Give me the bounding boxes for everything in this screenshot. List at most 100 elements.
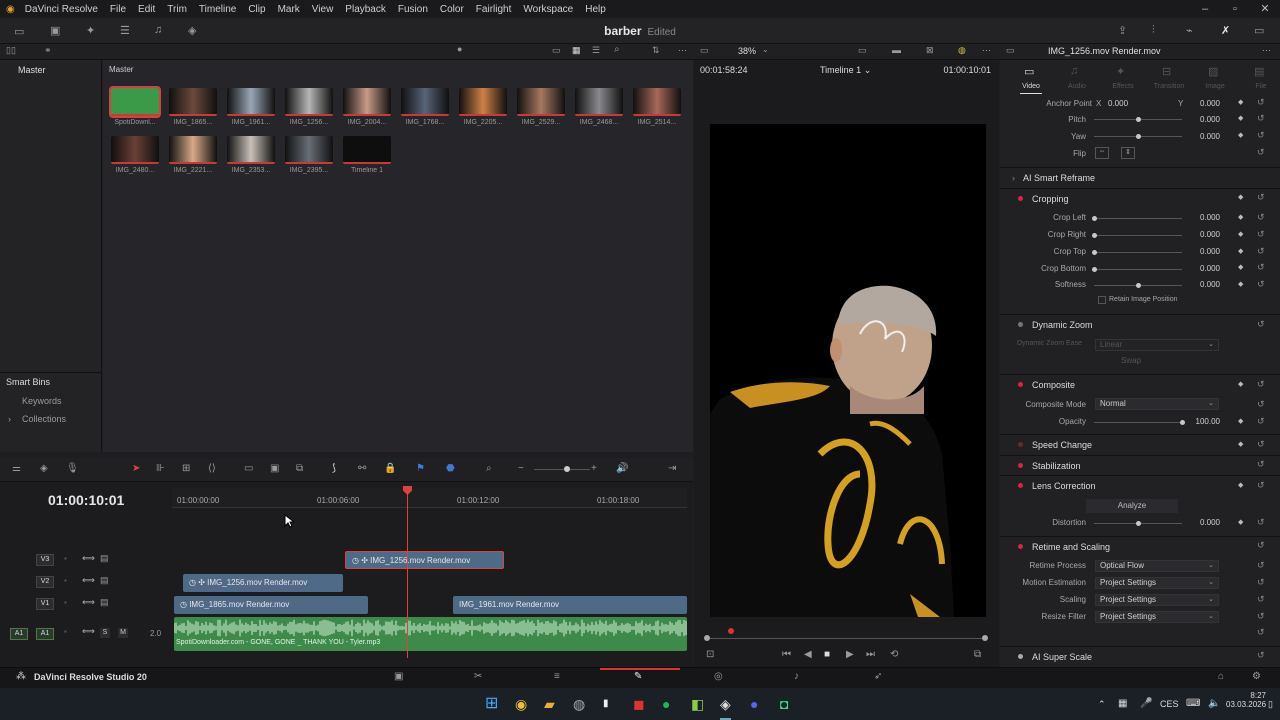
pitch-value[interactable]: 0.000 — [1190, 115, 1220, 124]
selection-tool-icon[interactable]: ➤ — [132, 463, 140, 474]
slider-knob[interactable] — [1136, 283, 1141, 288]
thumb-size-slider-icon[interactable]: ● — [457, 44, 462, 54]
go-to-start-icon[interactable]: ⏮ — [782, 649, 791, 660]
playhead[interactable] — [407, 488, 408, 658]
clip-thumbnail[interactable] — [633, 88, 681, 116]
viewer-zoom[interactable]: 38% — [738, 46, 756, 56]
viewer-mode-icon[interactable]: ▭ — [858, 45, 867, 56]
keyframe-diamond-icon[interactable]: ◆ — [1238, 440, 1243, 448]
transition-tab-icon[interactable]: ⊟ — [1162, 65, 1171, 78]
enable-dot-icon[interactable] — [1018, 196, 1023, 201]
clip-thumbnail[interactable] — [227, 136, 275, 164]
audio-tab-icon[interactable]: ♫ — [1070, 65, 1078, 77]
ai-super-scale-section[interactable]: AI Super Scale — [1000, 646, 1280, 666]
menu-fusion[interactable]: Fusion — [392, 4, 434, 15]
clip-thumbnail[interactable] — [343, 136, 391, 164]
dynamic-zoom-section[interactable]: Dynamic Zoom — [1000, 314, 1280, 334]
effects-icon[interactable]: ✦ — [86, 24, 95, 37]
yaw-value[interactable]: 0.000 — [1190, 132, 1220, 141]
zoom-in-icon[interactable]: + — [591, 463, 597, 474]
reset-icon[interactable]: ↺ — [1257, 379, 1265, 390]
reset-icon[interactable]: ↺ — [1257, 416, 1265, 427]
media-icon[interactable]: ▣ — [50, 24, 60, 37]
resize-filter-dropdown[interactable]: Project Settings ⌄ — [1095, 611, 1219, 623]
reset-icon[interactable]: ↺ — [1257, 147, 1265, 158]
viewer-layout-icon[interactable]: ▭ — [700, 45, 709, 56]
lock-icon[interactable]: ▪ — [64, 627, 67, 636]
timeline-clip-v1[interactable]: IMG_1961.mov Render.mov — [453, 596, 687, 614]
color-page-icon[interactable]: ◎ — [714, 671, 723, 682]
go-to-end-icon[interactable]: ⏭ — [866, 649, 875, 660]
app-red-icon[interactable]: ◼ — [633, 688, 645, 720]
menu-workspace[interactable]: Workspace — [517, 4, 579, 15]
flag-icon[interactable]: ⚑ — [416, 463, 425, 474]
keyframe-diamond-icon[interactable]: ◆ — [1238, 230, 1243, 238]
reset-icon[interactable]: ↺ — [1257, 113, 1265, 124]
reset-icon[interactable]: ↺ — [1257, 130, 1265, 141]
notification-icon[interactable]: ▯ — [1268, 688, 1273, 720]
panel-toggle-icon[interactable]: ▯▯ — [6, 45, 16, 56]
stop-icon[interactable]: ■ — [824, 649, 830, 660]
keyframe-diamond-icon[interactable]: ◆ — [1238, 518, 1243, 526]
reset-icon[interactable]: ↺ — [1257, 246, 1265, 257]
upload-icon[interactable]: ⇪ — [1118, 24, 1127, 37]
file-explorer-icon[interactable]: ▰ — [544, 688, 555, 720]
clip-thumbnail[interactable] — [401, 88, 449, 116]
timeline-clip-v1[interactable]: ◷ IMG_1865.mov Render.mov — [174, 596, 368, 614]
menu-fairlight[interactable]: Fairlight — [470, 4, 518, 15]
reset-icon[interactable]: ↺ — [1257, 560, 1265, 571]
menu-timeline[interactable]: Timeline — [193, 4, 242, 15]
reset-icon[interactable]: ↺ — [1257, 480, 1265, 491]
menu-file[interactable]: File — [104, 4, 132, 15]
composite-mode-dropdown[interactable]: Normal ⌄ — [1095, 398, 1219, 410]
edit-page-icon[interactable]: ≡ — [554, 671, 560, 682]
zoom-chevron-icon[interactable]: ⌄ — [762, 45, 769, 54]
clip-thumbnail[interactable] — [169, 136, 217, 164]
smart-bin-keywords[interactable]: Keywords — [22, 396, 62, 406]
enable-dot-icon[interactable] — [1018, 654, 1023, 659]
enable-dot-icon[interactable] — [1018, 483, 1023, 488]
overwrite-clip-icon[interactable]: ▣ — [270, 463, 279, 474]
value-slider[interactable] — [1094, 252, 1182, 253]
auto-select-icon[interactable]: ⟺ — [82, 597, 95, 608]
analyze-button[interactable]: Analyze — [1086, 499, 1178, 513]
enable-dot-icon[interactable] — [1018, 322, 1023, 327]
reset-icon[interactable]: ↺ — [1257, 650, 1265, 661]
ai-smart-reframe-section[interactable]: › AI Smart Reframe — [1000, 167, 1280, 187]
deliver-page-icon[interactable]: ➶ — [874, 671, 882, 682]
menu-view[interactable]: View — [306, 4, 340, 15]
flip-vertical-icon[interactable]: ⇕ — [1121, 147, 1135, 159]
value-slider[interactable] — [1094, 218, 1182, 219]
reset-icon[interactable]: ↺ — [1257, 319, 1265, 330]
timeline-clip-v2[interactable]: ◷ ✣ IMG_1256.mov Render.mov — [183, 574, 343, 592]
replace-clip-icon[interactable]: ⧉ — [296, 463, 303, 474]
slider-knob[interactable] — [1092, 250, 1097, 255]
track-label-v2[interactable]: V2 — [36, 576, 54, 588]
keyframe-diamond-icon[interactable]: ◆ — [1238, 98, 1243, 106]
anchor-y-value[interactable]: 0.000 — [1190, 99, 1220, 108]
keyframe-diamond-icon[interactable]: ◆ — [1238, 280, 1243, 288]
chat-icon[interactable]: ▭ — [1254, 24, 1264, 37]
slider-knob[interactable] — [1136, 117, 1141, 122]
clock[interactable]: 8:27 03.03.2026 — [1226, 691, 1266, 709]
auto-select-icon[interactable]: ⟺ — [82, 575, 95, 586]
timeline-zoom-slider[interactable] — [564, 466, 570, 472]
clip-thumbnail[interactable] — [285, 88, 333, 116]
scaling-dropdown[interactable]: Project Settings ⌄ — [1095, 594, 1219, 606]
clip-thumbnail[interactable] — [517, 88, 565, 116]
lock-icon[interactable]: ▪ — [64, 554, 67, 563]
enable-dot-icon[interactable] — [1018, 544, 1023, 549]
reset-icon[interactable]: ↺ — [1257, 594, 1265, 605]
audio-meter-icon[interactable]: ◈ — [40, 463, 48, 474]
enable-dot-icon[interactable] — [1018, 463, 1023, 468]
retime-process-dropdown[interactable]: Optical Flow ⌄ — [1095, 560, 1219, 572]
keyframe-diamond-icon[interactable]: ◆ — [1238, 417, 1243, 425]
slider-knob[interactable] — [1092, 233, 1097, 238]
motion-estimation-dropdown[interactable]: Project Settings ⌄ — [1095, 577, 1219, 589]
clip-thumbnail[interactable] — [109, 86, 161, 118]
keyframe-diamond-icon[interactable]: ◆ — [1238, 114, 1243, 122]
auto-select-icon[interactable]: ⟺ — [82, 553, 95, 564]
solo-button[interactable]: S — [100, 628, 110, 638]
timeline-selector[interactable]: Timeline 1 ⌄ — [820, 65, 871, 76]
retime-scaling-section[interactable]: Retime and Scaling — [1000, 536, 1280, 556]
